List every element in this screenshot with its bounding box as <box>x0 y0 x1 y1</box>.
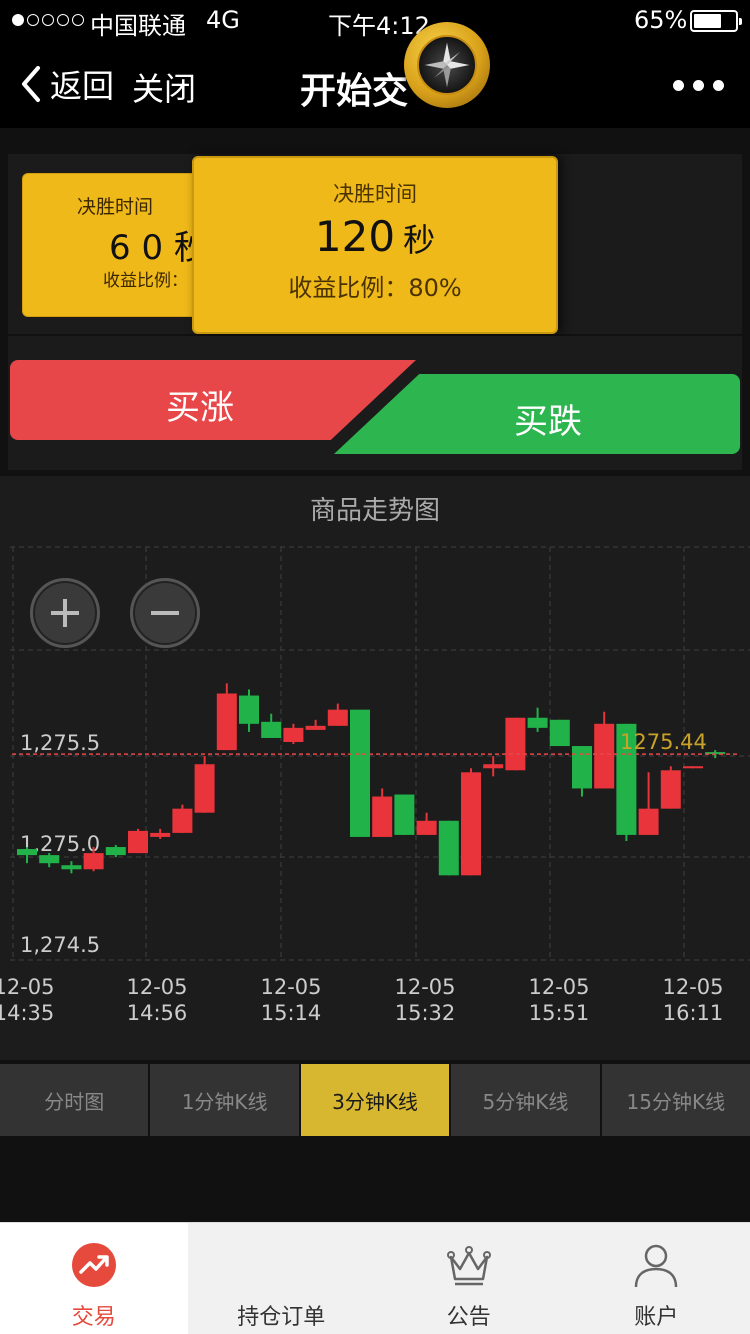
tabbar-trade[interactable]: 交易 <box>0 1223 188 1334</box>
candle <box>39 853 60 868</box>
candles <box>17 683 726 876</box>
status-bar: 中国联通 4G 下午4:12 65% <box>0 0 750 40</box>
duration-label: 决胜时间 <box>333 182 417 206</box>
candle <box>394 794 415 835</box>
interval-tabs: 分时图 1分钟K线 3分钟K线 5分钟K线 15分钟K线 <box>0 1064 750 1136</box>
tabbar-label: 交易 <box>71 1305 116 1330</box>
duration-value: 120 秒 <box>314 212 436 261</box>
user-icon <box>635 1244 678 1288</box>
y-axis-labels: 1,275.51,275.01,274.5 <box>20 731 100 957</box>
tabbar-positions[interactable]: 持仓订单 <box>187 1223 375 1334</box>
tabbar-label: 公告 <box>446 1305 491 1330</box>
battery-icon <box>690 10 742 32</box>
tabbar-label: 账户 <box>634 1305 679 1330</box>
crown-icon <box>446 1246 491 1286</box>
candle <box>527 707 548 732</box>
candle <box>549 719 570 747</box>
candle <box>594 711 615 789</box>
candle <box>283 723 304 745</box>
candle <box>239 689 259 732</box>
chevron-left-icon <box>22 66 40 102</box>
x-tick-label: 12-05 14:56 <box>126 975 188 1025</box>
candle <box>105 845 126 858</box>
back-button[interactable]: 返回 <box>18 62 114 106</box>
y-tick-label: 1,274.5 <box>20 933 100 957</box>
duration-card-120s[interactable]: 决胜时间 120 秒 收益比例：80% <box>192 156 558 334</box>
candle <box>128 828 148 854</box>
candle <box>660 766 681 809</box>
close-button[interactable]: 关闭 <box>132 64 196 110</box>
candle <box>350 709 370 837</box>
minus-icon <box>151 611 179 615</box>
buy-down-label: 买跌 <box>514 402 582 442</box>
candle <box>505 717 526 771</box>
x-tick-label: 12-05 15:32 <box>394 975 456 1025</box>
battery-percent: 65% <box>634 6 688 34</box>
interval-tab[interactable]: 15分钟K线 <box>601 1064 750 1136</box>
signal-strength-icon <box>12 14 84 26</box>
candle <box>17 847 37 864</box>
payout-rate-label: 收益比例： <box>103 271 188 291</box>
candle <box>683 766 703 769</box>
candle <box>261 713 282 738</box>
candle <box>172 804 193 833</box>
x-tick-label: 12-05 15:14 <box>260 975 322 1025</box>
bottom-tab-bar: 交易 持仓订单 公告 账户 <box>0 1222 750 1334</box>
payout-rate: 收益比例：80% <box>288 274 462 302</box>
candle <box>216 683 237 751</box>
carrier-name: 中国联通 <box>90 12 186 40</box>
page-title: 开始交 <box>300 71 409 112</box>
candle <box>61 861 82 874</box>
candle <box>372 788 393 837</box>
y-tick-label: 1,275.5 <box>20 731 100 755</box>
duration-label: 决胜时间 <box>76 196 153 218</box>
candle <box>638 772 659 835</box>
current-price-label: 1275.44 <box>620 730 707 754</box>
candle <box>327 703 348 726</box>
interval-tab[interactable]: 3分钟K线 <box>300 1064 450 1136</box>
candle <box>483 756 504 777</box>
more-menu-icon[interactable] <box>673 80 724 91</box>
network-type: 4G <box>206 6 240 34</box>
zoom-out-button[interactable] <box>130 578 200 648</box>
back-label: 返回 <box>50 67 115 105</box>
nav-bar: 返回 关闭 开始交 <box>0 40 750 128</box>
current-price-line: 1275.44 <box>12 730 738 755</box>
x-tick-label: 12-05 14:35 <box>0 975 55 1025</box>
tabbar-notice[interactable]: 公告 <box>375 1223 563 1334</box>
compass-badge-icon[interactable] <box>404 22 490 108</box>
tabbar-account[interactable]: 账户 <box>562 1223 750 1334</box>
zoom-in-button[interactable] <box>30 578 100 648</box>
candle <box>150 828 171 839</box>
candle <box>194 756 215 813</box>
interval-tab[interactable]: 5分钟K线 <box>451 1064 600 1136</box>
trend-up-icon <box>71 1243 116 1287</box>
x-tick-label: 12-05 16:11 <box>662 975 724 1025</box>
candle <box>438 820 459 876</box>
candle <box>461 768 481 876</box>
buy-up-label: 买涨 <box>166 388 234 428</box>
x-tick-label: 12-05 15:51 <box>528 975 590 1025</box>
duration-card-60s[interactable]: 决胜时间 6 0 秒 收益比例： <box>22 173 208 317</box>
candlestick-chart[interactable]: 1,275.51,275.01,274.5 1275.44 <box>0 476 750 1060</box>
tabbar-label: 持仓订单 <box>237 1305 326 1330</box>
plus-icon <box>51 599 79 627</box>
duration-value: 6 0 秒 <box>109 228 207 268</box>
candle <box>416 812 437 835</box>
interval-tab[interactable]: 分时图 <box>0 1064 149 1136</box>
interval-tab[interactable]: 1分钟K线 <box>150 1064 299 1136</box>
candle <box>305 719 326 730</box>
